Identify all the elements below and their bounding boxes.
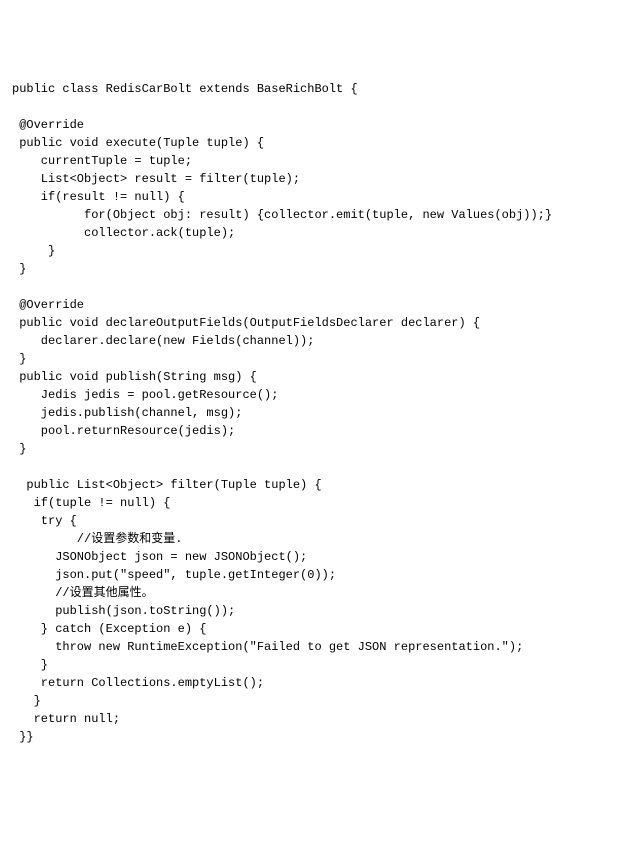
code-line: @Override [12, 298, 84, 312]
code-line: } catch (Exception e) { [12, 622, 206, 636]
code-line: Jedis jedis = pool.getResource(); [12, 388, 278, 402]
code-line: public void declareOutputFields(OutputFi… [12, 316, 480, 330]
code-line: public void publish(String msg) { [12, 370, 257, 384]
code-line: public void execute(Tuple tuple) { [12, 136, 264, 150]
code-line: public List<Object> filter(Tuple tuple) … [12, 478, 322, 492]
code-line: try { [12, 514, 77, 528]
code-line: collector.ack(tuple); [12, 226, 235, 240]
code-line: } [12, 694, 41, 708]
code-line: return Collections.emptyList(); [12, 676, 264, 690]
code-line: } [12, 658, 48, 672]
code-line: } [12, 244, 55, 258]
code-line: //设置参数和变量. [12, 532, 182, 546]
code-line: json.put("speed", tuple.getInteger(0)); [12, 568, 336, 582]
code-line: jedis.publish(channel, msg); [12, 406, 242, 420]
code-block: public class RedisCarBolt extends BaseRi… [12, 80, 625, 746]
code-line: } [12, 442, 26, 456]
code-line: if(result != null) { [12, 190, 185, 204]
code-line: throw new RuntimeException("Failed to ge… [12, 640, 523, 654]
code-line: for(Object obj: result) {collector.emit(… [12, 208, 552, 222]
code-line: declarer.declare(new Fields(channel)); [12, 334, 314, 348]
code-line: } [12, 262, 26, 276]
code-line: public class RedisCarBolt extends BaseRi… [12, 82, 358, 96]
code-line: @Override [12, 118, 84, 132]
code-line: currentTuple = tuple; [12, 154, 192, 168]
code-line: return null; [12, 712, 120, 726]
code-line: //设置其他属性。 [12, 586, 154, 600]
code-line: publish(json.toString()); [12, 604, 235, 618]
code-line: if(tuple != null) { [12, 496, 170, 510]
code-line: pool.returnResource(jedis); [12, 424, 235, 438]
code-line: JSONObject json = new JSONObject(); [12, 550, 307, 564]
code-line: List<Object> result = filter(tuple); [12, 172, 300, 186]
code-line: }} [12, 730, 34, 744]
code-line: } [12, 352, 26, 366]
